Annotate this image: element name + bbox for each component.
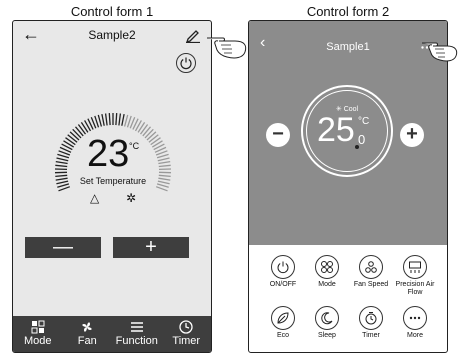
dial-tick [118, 113, 122, 126]
dial-tick [115, 113, 118, 126]
onoff-control[interactable]: ON/OFF [261, 255, 305, 303]
clock-icon [179, 320, 193, 334]
moon-icon [321, 312, 333, 325]
control-form-1-screen: ← Sample2 23 °C Set Temperature △ ✲ — + … [12, 20, 212, 353]
timer-tab[interactable]: Timer [164, 316, 208, 352]
edit-pencil-icon[interactable] [185, 27, 201, 43]
sleep-control[interactable]: Sleep [305, 306, 349, 352]
fan-icon [365, 261, 377, 273]
temperature-decimal: 0 [358, 132, 366, 147]
airflow-label: Precision Air Flow [395, 281, 435, 296]
dial-tick [148, 134, 159, 143]
pointing-hand-icon [207, 37, 247, 59]
dial-tick [155, 186, 168, 192]
dial-tick [55, 164, 68, 168]
power-icon [277, 261, 289, 274]
function-tab-label: Function [115, 335, 158, 347]
more-label: More [407, 332, 423, 339]
snowflake-icon: ✲ [125, 191, 136, 205]
set-temperature-label: Set Temperature [79, 176, 147, 186]
dial-tick [58, 186, 71, 192]
decimal-point [355, 145, 359, 149]
triangle-icon: △ [90, 191, 100, 205]
function-tab[interactable]: Function [115, 316, 159, 352]
dial-tick [67, 134, 78, 143]
fan-speed-label: Fan Speed [353, 281, 389, 288]
control-grid: ON/OFF Mode Fan Speed Precision Air Flow… [261, 255, 437, 352]
more-icon [409, 316, 421, 320]
dial-tick [56, 157, 69, 162]
dial-tick [157, 157, 170, 162]
dial-tick [57, 153, 70, 159]
power-button[interactable] [176, 53, 196, 73]
dial-tick [101, 113, 105, 126]
mode-status-icons: △ ✲ [90, 191, 136, 205]
mode-icon [31, 320, 45, 334]
eco-control[interactable]: Eco [261, 306, 305, 352]
dial-tick [69, 131, 80, 141]
dial-tick [158, 164, 171, 168]
decrease-button[interactable]: — [25, 237, 101, 258]
device-title: Sample2 [88, 28, 136, 42]
dial-tick [97, 114, 103, 127]
fan-tab[interactable]: Fan [65, 316, 109, 352]
mode-tab[interactable]: Mode [16, 316, 60, 352]
eco-label: Eco [276, 332, 290, 339]
temperature-unit: °C [358, 116, 370, 127]
dial-tick [72, 128, 82, 139]
airflow-control[interactable]: Precision Air Flow [393, 255, 437, 303]
dial-tick [121, 113, 125, 126]
temperature-value: 25 [317, 111, 355, 149]
fan-speed-control[interactable]: Fan Speed [349, 255, 393, 303]
fan-tab-label: Fan [77, 335, 97, 347]
airflow-icon [409, 261, 421, 273]
dial-tick [104, 113, 108, 126]
increase-button[interactable]: + [113, 237, 189, 258]
pointing-hand-icon [422, 42, 458, 62]
device-title: Sample1 [326, 41, 370, 53]
form1-caption: Control form 1 [70, 4, 154, 19]
temperature-panel: ‹ Sample1 ✳ Cool 25 °C 0 − + [249, 21, 447, 245]
dial-tick [142, 126, 151, 137]
bottom-toolbar: Mode Fan Function Timer [13, 316, 211, 352]
increase-button[interactable]: + [400, 123, 424, 147]
power-icon [180, 57, 192, 70]
fan-icon [82, 322, 92, 332]
dial-tick [146, 131, 157, 141]
onoff-label: ON/OFF [269, 281, 297, 288]
control-form-2-screen: ‹ Sample1 ✳ Cool 25 °C 0 − + ON/OFF Mode [248, 20, 448, 353]
more-control[interactable]: More [393, 306, 437, 352]
dial-tick [123, 114, 129, 127]
dial-tick [75, 126, 84, 137]
mode-tab-label: Mode [23, 335, 52, 347]
stopwatch-icon [365, 312, 377, 325]
decrease-button[interactable]: − [266, 123, 290, 147]
timer-tab-label: Timer [172, 335, 201, 347]
menu-icon [130, 322, 143, 332]
dial-tick [144, 128, 154, 139]
temperature-unit: °C [129, 141, 140, 151]
timer-label: Timer [362, 332, 380, 339]
mode-icon [321, 261, 333, 273]
sleep-label: Sleep [318, 332, 336, 339]
dial-tick [158, 160, 171, 165]
mode-label: Mode [318, 281, 336, 288]
dial-tick [55, 160, 68, 165]
dial-tick [156, 153, 169, 159]
temperature-value: 23 [87, 133, 130, 175]
timer-control[interactable]: Timer [349, 306, 393, 352]
mode-control[interactable]: Mode [305, 255, 349, 303]
form2-caption: Control form 2 [306, 4, 390, 19]
dial-tick [108, 113, 111, 126]
top-bar: ← Sample2 [13, 21, 211, 51]
leaf-icon [277, 312, 289, 324]
